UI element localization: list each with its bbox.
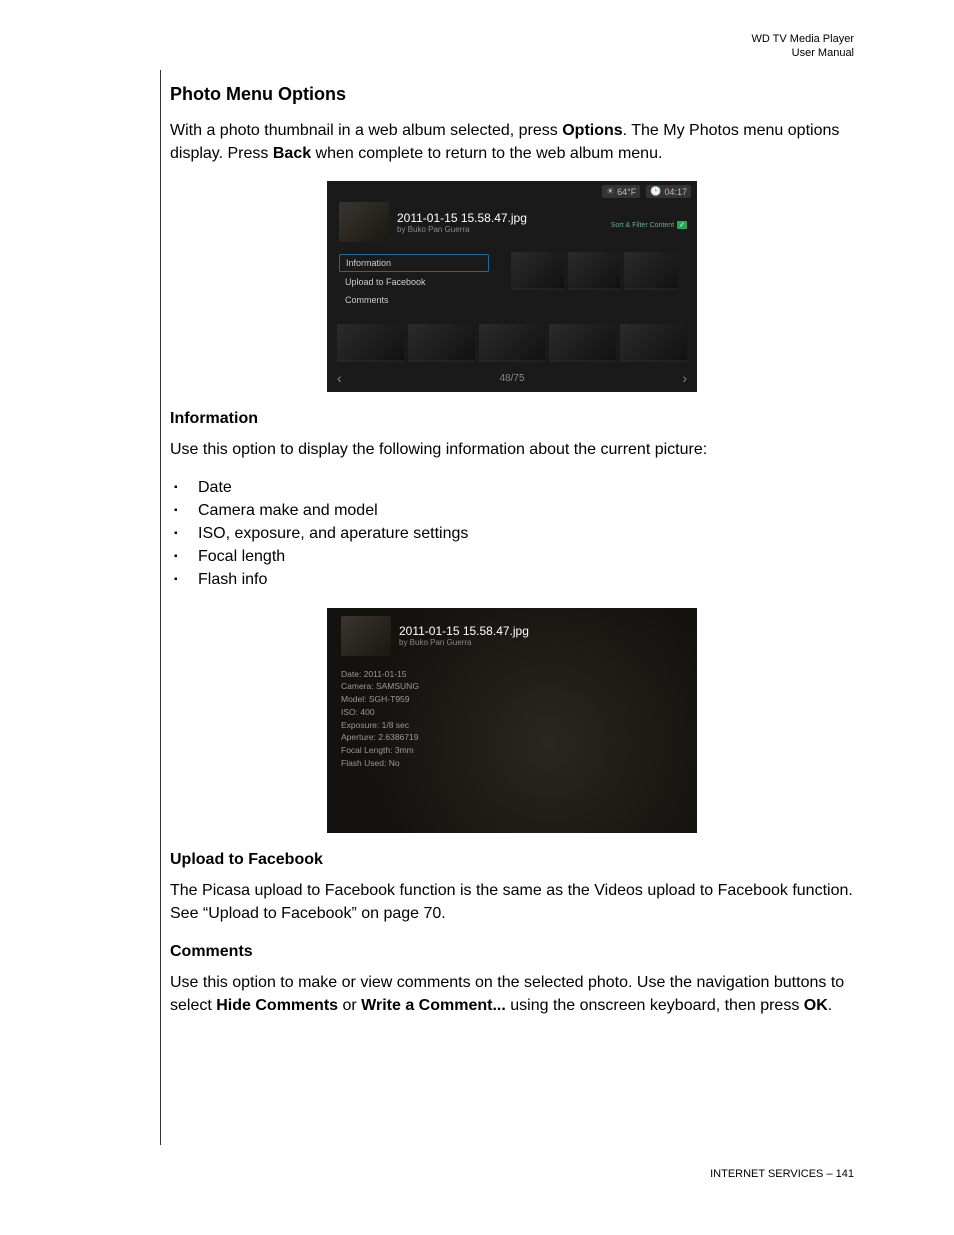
byline-label: by Buko Pan Guerra: [397, 225, 527, 234]
exif-line: Date: 2011-01-15: [341, 668, 683, 681]
comments-bold-write: Write a Comment...: [361, 997, 506, 1014]
byline-label: by Buko Pan Guerra: [399, 638, 529, 647]
intro-bold-back: Back: [273, 145, 311, 162]
intro-bold-options: Options: [562, 122, 622, 139]
temp-value: 64°F: [617, 187, 636, 197]
filename-label: 2011-01-15 15.58.47.jpg: [399, 624, 529, 638]
clock-badge: 🕒04:17: [646, 185, 691, 198]
upload-heading: Upload to Facebook: [170, 851, 854, 869]
footer-page-number: 141: [836, 1168, 854, 1180]
prev-arrow-icon[interactable]: ‹: [337, 370, 342, 386]
menu-item-upload[interactable]: Upload to Facebook: [339, 274, 489, 290]
information-lead: Use this option to display the following…: [170, 438, 854, 461]
bullet-item: Focal length: [170, 545, 854, 568]
intro-text-post: when complete to return to the web album…: [311, 145, 662, 162]
grid-thumb: [511, 252, 564, 290]
exif-line: ISO: 400: [341, 706, 683, 719]
pager-label: 48/75: [499, 373, 524, 384]
exif-line: Focal Length: 3mm: [341, 744, 683, 757]
grid-thumb: [549, 324, 616, 362]
grid-thumb: [624, 252, 677, 290]
exif-info-list: Date: 2011-01-15 Camera: SAMSUNG Model: …: [341, 668, 683, 770]
section-intro: With a photo thumbnail in a web album se…: [170, 119, 854, 165]
weather-badge: ☀64°F: [602, 185, 640, 198]
menu-item-information[interactable]: Information: [339, 254, 489, 272]
sort-filter-text: Sort & Filter Content: [611, 222, 674, 229]
sort-filter-badge: Sort & Filter Content ✓: [611, 221, 687, 229]
grid-thumb: [620, 324, 687, 362]
comments-post: .: [828, 997, 832, 1014]
next-arrow-icon[interactable]: ›: [682, 370, 687, 386]
ok-icon: ✓: [677, 221, 687, 229]
intro-text-pre: With a photo thumbnail in a web album se…: [170, 122, 562, 139]
header-meta: WD TV Media Player User Manual: [752, 32, 855, 61]
exif-line: Aperture: 2.6386719: [341, 731, 683, 744]
comments-bold-hide: Hide Comments: [216, 997, 338, 1014]
information-heading: Information: [170, 410, 854, 428]
upload-body: The Picasa upload to Facebook function i…: [170, 879, 854, 925]
grid-thumb: [479, 324, 546, 362]
weather-icon: ☀: [606, 186, 614, 197]
exif-line: Model: SGH-T959: [341, 693, 683, 706]
exif-line: Exposure: 1/8 sec: [341, 719, 683, 732]
grid-thumb: [337, 324, 404, 362]
comments-heading: Comments: [170, 943, 854, 961]
comments-body: Use this option to make or view comments…: [170, 971, 854, 1017]
clock-icon: 🕒: [650, 186, 661, 197]
options-menu: Information Upload to Facebook Comments: [327, 250, 501, 318]
footer-section: INTERNET SERVICES: [710, 1168, 823, 1180]
bullet-item: Camera make and model: [170, 499, 854, 522]
preview-thumbnail: [341, 616, 391, 656]
bullet-item: Date: [170, 476, 854, 499]
screenshot-info: 2011-01-15 15.58.47.jpg by Buko Pan Guer…: [327, 608, 697, 833]
screenshot-menu: ☀64°F 🕒04:17 2011-01-15 15.58.47.jpg by …: [327, 181, 697, 392]
time-value: 04:17: [664, 187, 687, 197]
comments-mid2: using the onscreen keyboard, then press: [506, 997, 804, 1014]
doc-type: User Manual: [752, 46, 855, 60]
comments-mid1: or: [338, 997, 361, 1014]
exif-line: Flash Used: No: [341, 757, 683, 770]
grid-thumb: [568, 252, 621, 290]
left-margin-rule: [160, 70, 161, 1145]
information-bullet-list: Date Camera make and model ISO, exposure…: [170, 476, 854, 592]
figure-photo-menu: ☀64°F 🕒04:17 2011-01-15 15.58.47.jpg by …: [170, 181, 854, 392]
exif-line: Camera: SAMSUNG: [341, 680, 683, 693]
grid-thumb: [408, 324, 475, 362]
preview-thumbnail: [339, 202, 389, 242]
filename-label: 2011-01-15 15.58.47.jpg: [397, 211, 527, 225]
comments-bold-ok: OK: [804, 997, 828, 1014]
page-footer: INTERNET SERVICES – 141: [710, 1168, 854, 1180]
section-title: Photo Menu Options: [170, 84, 854, 105]
bullet-item: ISO, exposure, and aperature settings: [170, 522, 854, 545]
bullet-item: Flash info: [170, 568, 854, 591]
menu-item-comments[interactable]: Comments: [339, 292, 489, 308]
product-name: WD TV Media Player: [752, 32, 855, 46]
figure-information-panel: 2011-01-15 15.58.47.jpg by Buko Pan Guer…: [170, 608, 854, 833]
